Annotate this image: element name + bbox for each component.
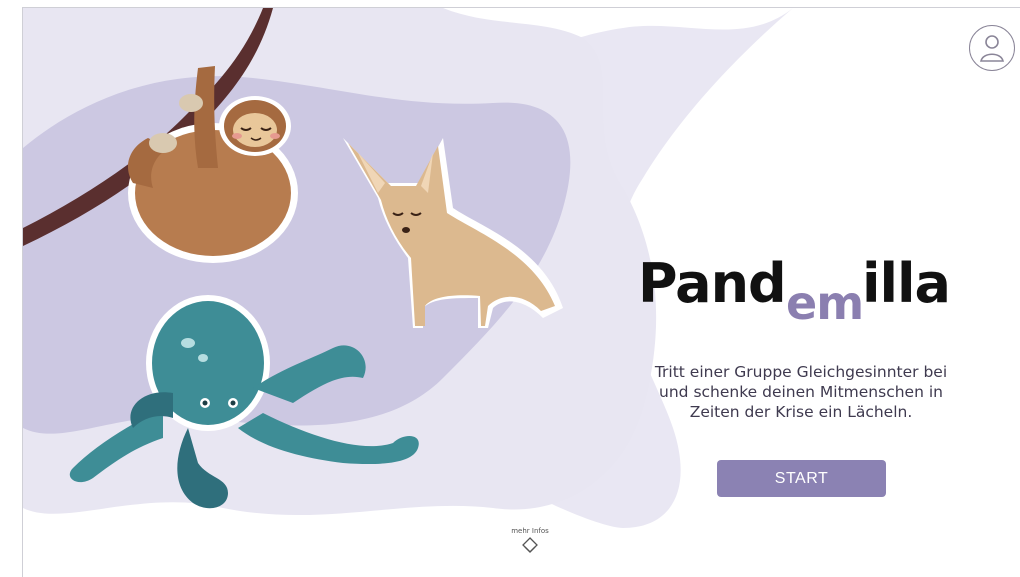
- user-profile-button[interactable]: [969, 25, 1015, 71]
- brand-logo: Pand em illa: [638, 252, 968, 340]
- more-info-label: mehr Infos: [511, 527, 549, 535]
- tagline: Tritt einer Gruppe Gleichgesinnter bei u…: [654, 363, 948, 421]
- diamond-chevron-down-icon: [522, 537, 538, 553]
- brand-name-part2: em: [786, 276, 864, 330]
- brand-name-part1: Pand: [638, 252, 787, 315]
- start-button[interactable]: START: [717, 460, 886, 497]
- brand-name-part3: illa: [862, 252, 951, 315]
- user-profile-icon: [980, 35, 1004, 62]
- more-info-link[interactable]: mehr Infos: [505, 527, 555, 563]
